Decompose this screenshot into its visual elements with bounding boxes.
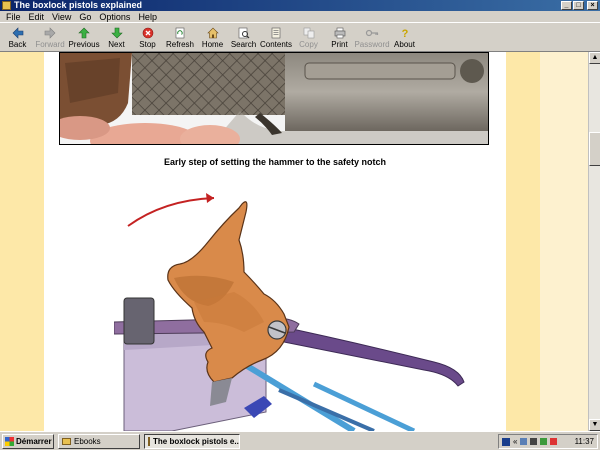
tray-expand-button[interactable]: « [513,437,517,446]
menu-edit[interactable]: Edit [25,12,49,22]
scroll-down-button[interactable]: ▼ [589,419,600,431]
app-icon [2,1,11,10]
page: Early step of setting the hammer to the … [44,52,506,431]
title-bar: The boxlock pistols explained _ □ × [0,0,600,11]
document-viewport: Early step of setting the hammer to the … [0,52,588,431]
folder-icon [62,438,71,445]
previous-button[interactable]: Previous [67,23,101,51]
menu-options[interactable]: Options [95,12,134,22]
search-button[interactable]: Search [228,23,259,51]
toolbar: Back Forward Previous Next Stop Refresh [0,22,600,52]
close-button[interactable]: × [587,1,598,10]
ebook-app-icon [148,437,150,446]
taskbar-item-ebooks[interactable]: Ebooks [58,434,140,449]
rotation-arrow [127,197,215,227]
tray-network-icon[interactable] [520,438,528,445]
tray-volume-icon[interactable] [530,438,538,445]
stop-button[interactable]: Stop [132,23,163,51]
refresh-button[interactable]: Refresh [163,23,197,51]
tray-app-icon[interactable] [540,438,548,445]
system-tray: « 11:37 [498,434,598,449]
contents-icon [269,26,283,39]
windows-logo-icon [5,437,14,446]
clock: 11:37 [574,437,594,446]
next-button[interactable]: Next [101,23,132,51]
right-margin-band [506,52,540,431]
back-arrow-icon [11,26,25,39]
svg-text:?: ? [401,28,408,39]
stop-icon [141,26,155,39]
scroll-up-button[interactable]: ▲ [589,52,600,64]
menu-view[interactable]: View [48,12,75,22]
vertical-scrollbar[interactable]: ▲ ▼ [588,52,600,431]
home-button[interactable]: Home [197,23,228,51]
menu-help[interactable]: Help [134,12,161,22]
taskbar-item-boxlock[interactable]: The boxlock pistols e... [144,434,240,449]
figure-caption: Early step of setting the hammer to the … [163,157,387,167]
key-icon [365,26,379,39]
home-icon [206,26,220,39]
printer-icon [333,26,347,39]
down-arrow-icon [110,26,124,39]
pistol-photo [59,52,489,145]
window-title: The boxlock pistols explained [14,0,143,10]
up-arrow-icon [77,26,91,39]
print-button[interactable]: Print [324,23,355,51]
tray-alert-icon[interactable] [550,438,558,445]
minimize-button[interactable]: _ [561,1,572,10]
menu-bar: File Edit View Go Options Help [0,11,600,22]
forward-button[interactable]: Forward [33,23,67,51]
scroll-thumb[interactable] [589,132,600,166]
copy-button[interactable]: Copy [293,23,324,51]
left-margin-band [0,52,44,431]
start-button[interactable]: Démarrer [2,434,54,449]
password-button[interactable]: Password [354,23,390,51]
menu-file[interactable]: File [2,12,25,22]
maximize-button[interactable]: □ [573,1,584,10]
forward-arrow-icon [43,26,57,39]
hammer-diagram [113,182,474,431]
help-icon: ? [398,26,412,39]
refresh-icon [173,26,187,39]
taskbar: Démarrer Ebooks The boxlock pistols e...… [0,431,600,450]
contents-button[interactable]: Contents [259,23,293,51]
tray-language-icon[interactable] [502,437,510,446]
copy-icon [302,26,316,39]
menu-go[interactable]: Go [75,12,95,22]
about-button[interactable]: ? About [389,23,420,51]
search-icon [237,26,251,39]
back-button[interactable]: Back [2,23,33,51]
